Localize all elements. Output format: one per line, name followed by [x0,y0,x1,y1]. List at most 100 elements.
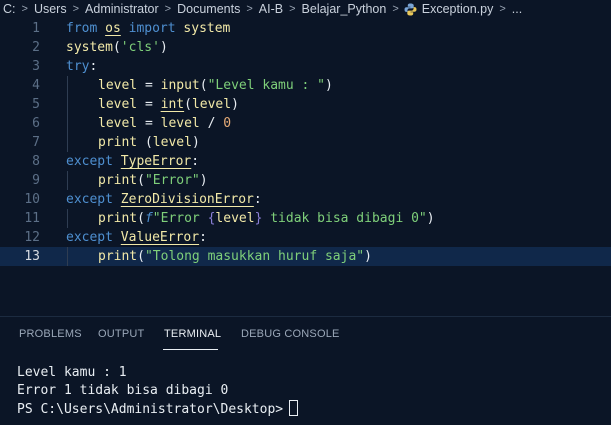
chevron-right-icon: > [392,3,399,15]
code-line[interactable]: 3 try: [0,57,611,76]
token: 'cls' [120,40,160,55]
token: level [152,135,192,150]
token: print [98,211,138,226]
tab-terminal[interactable]: TERMINAL [164,328,221,340]
token: ( [112,40,121,55]
token: : [191,154,200,169]
token: "Tolong masukkan huruf saja" [144,249,365,264]
breadcrumb: C: > Users > Administrator > Documents >… [0,0,611,18]
code-text: print(f"Error {level} tidak bisa dibagi … [98,211,435,226]
indent-guide [67,95,68,114]
token: ) [231,97,239,112]
token: ( [137,135,153,150]
chevron-right-icon: > [21,3,28,15]
code-text: level = level / 0 [98,116,231,131]
token: try [66,59,90,74]
token: print [98,173,138,188]
breadcrumb-item-users[interactable]: Users [33,2,68,16]
token: ( [137,249,145,264]
line-number: 1 [32,21,40,36]
indent-guide [67,114,68,133]
line-number: 13 [24,249,40,264]
terminal-prompt-line: PS C:\Users\Administrator\Desktop> [17,400,299,418]
token: : [89,59,98,74]
token: ValueError [120,230,200,245]
token: = [137,78,161,93]
token: print [98,135,138,150]
tab-output[interactable]: OUTPUT [98,328,144,340]
code-line[interactable]: 12 except ValueError: [0,228,611,247]
code-line[interactable]: 1 from os import system [0,19,611,38]
terminal-line: Level kamu : 1 [17,365,127,380]
token: print [98,249,138,264]
token: ( [199,78,208,93]
code-line-current[interactable]: 13 print("Tolong masukkan huruf saja") [0,247,611,266]
indent-guide [67,76,68,95]
line-number: 12 [24,230,40,245]
token: import [128,21,176,36]
token: level [191,97,232,112]
breadcrumb-item-administrator[interactable]: Administrator [84,2,160,16]
token: : [199,230,207,245]
code-line[interactable]: 7 print (level) [0,133,611,152]
token: except [66,192,113,207]
breadcrumb-item-ai-b[interactable]: AI-B [258,2,284,16]
code-text: print("Error") [98,173,208,188]
code-line[interactable]: 2 system('cls') [0,38,611,57]
code-line[interactable]: 9 print("Error") [0,171,611,190]
code-line[interactable]: 10 except ZeroDivisionError: [0,190,611,209]
token: / [199,116,224,131]
token: ) [325,78,333,93]
breadcrumb-item-drive[interactable]: C: [2,2,17,16]
indent-guide [67,133,68,152]
active-tab-indicator [163,349,218,350]
code-text: print("Tolong masukkan huruf saja") [98,249,372,264]
token: f [144,211,153,226]
token: os [105,21,121,36]
terminal-line: Error 1 tidak bisa dibagi 0 [17,383,229,398]
token: level [215,211,255,226]
code-text: level = input("Level kamu : ") [98,78,333,93]
python-file-icon [404,3,417,16]
chevron-right-icon: > [499,3,506,15]
line-number: 9 [32,173,40,188]
code-line[interactable]: 6 level = level / 0 [0,114,611,133]
breadcrumb-item-symbol[interactable]: ... [511,2,523,16]
breadcrumb-item-belajar-python[interactable]: Belajar_Python [301,2,388,16]
code-line[interactable]: 11 print(f"Error {level} tidak bisa diba… [0,209,611,228]
line-number: 7 [32,135,40,150]
chevron-right-icon: > [164,3,172,15]
code-text: except TypeError: [66,154,199,169]
terminal-output[interactable]: Level kamu : 1 Error 1 tidak bisa dibagi… [17,364,299,418]
token: = [137,116,161,131]
code-line[interactable]: 5 level = int(level) [0,95,611,114]
breadcrumb-item-documents[interactable]: Documents [176,2,241,16]
tab-problems[interactable]: PROBLEMS [19,328,82,340]
line-number: 5 [32,97,40,112]
chevron-right-icon: > [72,3,80,15]
indent-guide [67,247,68,266]
terminal-cursor [289,400,299,416]
token: = [137,97,161,112]
line-number: 3 [32,59,40,74]
chevron-right-icon: > [246,3,253,15]
token: ( [137,211,145,226]
token: 0 [223,116,232,131]
token: except [66,230,113,245]
code-text: except ValueError: [66,230,207,245]
token: level [98,78,138,93]
token: ) [159,40,168,55]
token: "Error [152,211,208,226]
terminal-prompt: PS C:\Users\Administrator\Desktop> [17,402,284,417]
tab-debug-console[interactable]: DEBUG CONSOLE [241,328,340,340]
breadcrumb-item-file[interactable]: Exception.py [421,2,495,16]
code-line[interactable]: 4 level = input("Level kamu : ") [0,76,611,95]
token: "Level kamu : " [207,78,325,93]
line-number: 2 [32,40,40,55]
token: TypeError [120,154,192,169]
token: int [160,97,185,112]
code-text: print (level) [98,135,200,150]
code-editor[interactable]: 1 from os import system 2 system('cls') … [0,19,611,299]
token: ) [364,249,372,264]
code-line[interactable]: 8 except TypeError: [0,152,611,171]
